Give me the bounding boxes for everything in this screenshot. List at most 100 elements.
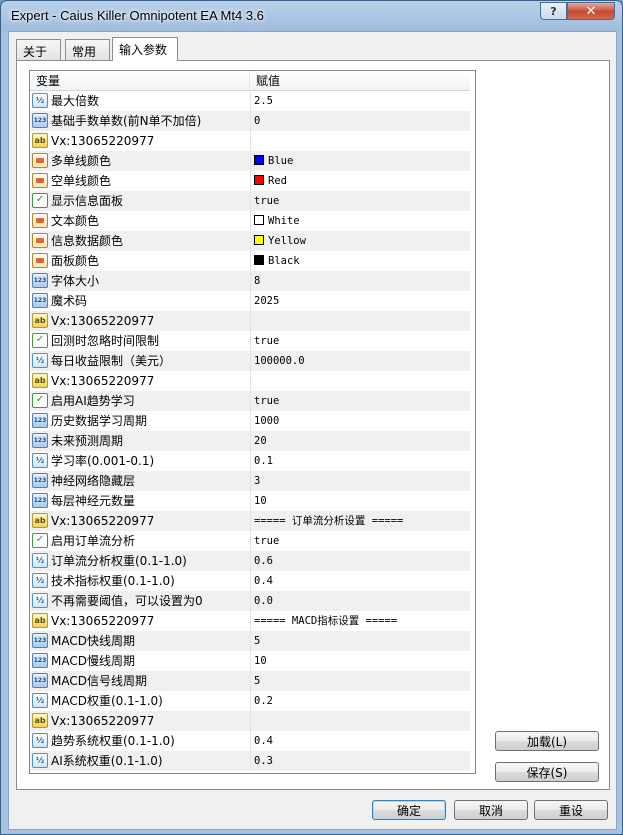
parameter-value[interactable]: 1000 xyxy=(251,411,470,431)
table-row[interactable]: ½ 订单流分析权重(0.1-1.0) 0.6 xyxy=(30,551,470,571)
parameter-value[interactable]: 10 xyxy=(251,651,470,671)
parameter-value[interactable]: true xyxy=(251,191,470,211)
parameter-name: MACD权重(0.1-1.0) xyxy=(51,694,163,708)
parameter-value[interactable]: 0.0 xyxy=(251,591,470,611)
table-row[interactable]: 123 MACD快线周期 5 xyxy=(30,631,470,651)
parameter-value-text: 5 xyxy=(254,675,261,687)
parameter-value[interactable]: 0.2 xyxy=(251,691,470,711)
grid-rows: ½ 最大倍数 2.5 123 基础手数单数(前N单不加倍) 0 ab Vx:130652209… xyxy=(30,91,470,771)
parameter-name: 面板颜色 xyxy=(51,254,100,268)
table-row[interactable]: 123 MACD信号线周期 5 xyxy=(30,671,470,691)
table-row[interactable]: ab Vx:13065220977 ===== MACD指标设置 ===== xyxy=(30,611,470,631)
table-row[interactable]: 空单线颜色 Red xyxy=(30,171,470,191)
table-row[interactable]: 面板颜色 Black xyxy=(30,251,470,271)
table-row[interactable]: 123 神经网络隐藏层 3 xyxy=(30,471,470,491)
bool-icon: ✓ xyxy=(32,193,48,208)
parameter-value[interactable]: 5 xyxy=(251,631,470,651)
parameter-value[interactable]: true xyxy=(251,391,470,411)
parameter-value-text: 0.1 xyxy=(254,455,273,467)
table-row[interactable]: 123 每层神经元数量 10 xyxy=(30,491,470,511)
table-row[interactable]: ½ MACD权重(0.1-1.0) 0.2 xyxy=(30,691,470,711)
parameter-value[interactable]: 2.5 xyxy=(251,91,470,111)
double-icon: ½ xyxy=(32,553,48,568)
column-header-value[interactable]: 赋值 xyxy=(250,71,470,91)
parameter-value[interactable] xyxy=(251,131,470,151)
parameter-value[interactable]: 10 xyxy=(251,491,470,511)
table-row[interactable]: ✓ 回测时忽略时间限制 true xyxy=(30,331,470,351)
parameter-value[interactable]: 100000.0 xyxy=(251,351,470,371)
tab-about[interactable]: 关于 xyxy=(16,39,61,60)
parameter-value[interactable]: 0.3 xyxy=(251,751,470,771)
parameter-value[interactable]: 5 xyxy=(251,671,470,691)
parameter-value-text: 0.2 xyxy=(254,695,273,707)
save-button[interactable]: 保存(S) xyxy=(495,762,599,782)
parameter-value[interactable]: 0.4 xyxy=(251,731,470,751)
ok-button[interactable]: 确定 xyxy=(372,800,446,820)
color-swatch xyxy=(254,215,264,225)
table-row[interactable]: ½ 学习率(0.001-0.1) 0.1 xyxy=(30,451,470,471)
parameter-value[interactable]: true xyxy=(251,331,470,351)
table-row[interactable]: 多单线颜色 Blue xyxy=(30,151,470,171)
parameter-value[interactable]: 0 xyxy=(251,111,470,131)
vertical-scrollbar[interactable]: ▲ ≡ ▼ xyxy=(475,71,476,773)
parameter-value[interactable] xyxy=(251,711,470,731)
close-button[interactable]: ✕ xyxy=(567,2,615,20)
parameter-name: 基础手数单数(前N单不加倍) xyxy=(51,114,202,128)
parameter-value[interactable]: 0.1 xyxy=(251,451,470,471)
parameter-value[interactable]: 0.4 xyxy=(251,571,470,591)
table-row[interactable]: ab Vx:13065220977 xyxy=(30,371,470,391)
parameter-value[interactable]: 20 xyxy=(251,431,470,451)
parameter-value[interactable]: ===== MACD指标设置 ===== xyxy=(251,611,470,631)
title-bar[interactable]: Expert - Caius Killer Omnipotent EA Mt4 … xyxy=(1,1,622,31)
table-row[interactable]: 123 历史数据学习周期 1000 xyxy=(30,411,470,431)
integer-icon: 123 xyxy=(32,293,48,308)
tab-inputs[interactable]: 输入参数 xyxy=(112,37,178,61)
parameter-value[interactable]: Yellow xyxy=(251,231,470,251)
table-row[interactable]: ab Vx:13065220977 xyxy=(30,311,470,331)
parameter-value[interactable]: true xyxy=(251,531,470,551)
parameter-value[interactable]: ===== 订单流分析设置 ===== xyxy=(251,511,470,531)
table-row[interactable]: ✓ 启用订单流分析 true xyxy=(30,531,470,551)
table-row[interactable]: ab Vx:13065220977 xyxy=(30,711,470,731)
integer-icon: 123 xyxy=(32,473,48,488)
table-row[interactable]: 123 未来预测周期 20 xyxy=(30,431,470,451)
table-row[interactable]: 123 MACD慢线周期 10 xyxy=(30,651,470,671)
parameter-name: MACD信号线周期 xyxy=(51,674,147,688)
parameter-value-text: true xyxy=(254,535,280,547)
table-row[interactable]: 123 字体大小 8 xyxy=(30,271,470,291)
parameter-value[interactable]: 0.6 xyxy=(251,551,470,571)
parameter-value[interactable]: 8 xyxy=(251,271,470,291)
table-row[interactable]: ½ 技术指标权重(0.1-1.0) 0.4 xyxy=(30,571,470,591)
table-row[interactable]: 123 基础手数单数(前N单不加倍) 0 xyxy=(30,111,470,131)
parameter-value[interactable]: Blue xyxy=(251,151,470,171)
load-button[interactable]: 加载(L) xyxy=(495,731,599,751)
column-header-variable[interactable]: 变量 xyxy=(30,71,250,91)
parameter-name: 不再需要阈值，可以设置为0 xyxy=(51,594,203,608)
parameter-value[interactable]: Black xyxy=(251,251,470,271)
parameter-value[interactable]: 3 xyxy=(251,471,470,491)
parameter-value[interactable]: 2025 xyxy=(251,291,470,311)
parameter-value[interactable] xyxy=(251,371,470,391)
table-row[interactable]: ✓ 启用AI趋势学习 true xyxy=(30,391,470,411)
tab-common[interactable]: 常用 xyxy=(65,39,110,60)
parameter-value[interactable]: White xyxy=(251,211,470,231)
parameter-name: MACD慢线周期 xyxy=(51,654,135,668)
cancel-button[interactable]: 取消 xyxy=(454,800,528,820)
table-row[interactable]: ½ AI系统权重(0.1-1.0) 0.3 xyxy=(30,751,470,771)
reset-button[interactable]: 重设 xyxy=(534,800,608,820)
double-icon: ½ xyxy=(32,733,48,748)
help-button[interactable]: ? xyxy=(540,2,567,20)
table-row[interactable]: ½ 最大倍数 2.5 xyxy=(30,91,470,111)
parameter-name: 最大倍数 xyxy=(51,94,100,108)
table-row[interactable]: ab Vx:13065220977 ===== 订单流分析设置 ===== xyxy=(30,511,470,531)
parameter-value[interactable]: Red xyxy=(251,171,470,191)
table-row[interactable]: 信息数据颜色 Yellow xyxy=(30,231,470,251)
table-row[interactable]: ½ 趋势系统权重(0.1-1.0) 0.4 xyxy=(30,731,470,751)
table-row[interactable]: ½ 每日收益限制（美元） 100000.0 xyxy=(30,351,470,371)
table-row[interactable]: 文本颜色 White xyxy=(30,211,470,231)
table-row[interactable]: ab Vx:13065220977 xyxy=(30,131,470,151)
table-row[interactable]: 123 魔术码 2025 xyxy=(30,291,470,311)
parameter-value[interactable] xyxy=(251,311,470,331)
table-row[interactable]: ½ 不再需要阈值，可以设置为0 0.0 xyxy=(30,591,470,611)
table-row[interactable]: ✓ 显示信息面板 true xyxy=(30,191,470,211)
